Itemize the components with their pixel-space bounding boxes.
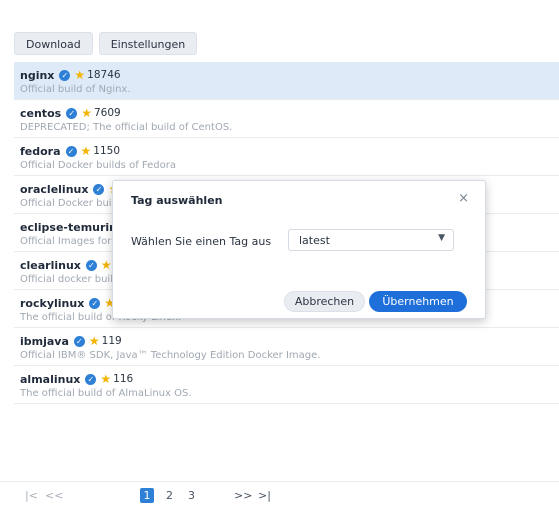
image-description: The official build of AlmaLinux OS. bbox=[20, 388, 192, 399]
star-count: 1150 bbox=[93, 145, 121, 157]
chevron-down-icon: ▼ bbox=[438, 233, 445, 243]
list-item[interactable]: nginx ✓ ★ 18746 Official build of Nginx. bbox=[14, 62, 559, 100]
prev-page-button[interactable]: << bbox=[45, 488, 63, 503]
star-count: 119 bbox=[101, 335, 122, 347]
image-name: almalinux bbox=[20, 372, 81, 386]
verified-check-icon: ✓ bbox=[89, 297, 101, 309]
image-name: ibmjava bbox=[20, 334, 69, 348]
page-2-button[interactable]: 2 bbox=[166, 488, 173, 503]
list-item[interactable]: centos ✓ ★ 7609 DEPRECATED; The official… bbox=[14, 100, 559, 138]
star-count: 18746 bbox=[87, 69, 121, 81]
star-count: 116 bbox=[113, 373, 134, 385]
cancel-button[interactable]: Abbrechen bbox=[284, 291, 365, 312]
tag-select-value: latest bbox=[299, 234, 330, 247]
apply-button[interactable]: Übernehmen bbox=[369, 291, 467, 312]
star-icon: ★ bbox=[88, 334, 100, 348]
verified-check-icon: ✓ bbox=[59, 69, 71, 81]
image-description: Official Docker builds of Fedora bbox=[20, 160, 176, 171]
image-name: fedora bbox=[20, 144, 61, 158]
verified-check-icon: ✓ bbox=[85, 373, 97, 385]
image-description: DEPRECATED; The official build of CentOS… bbox=[20, 122, 233, 133]
star-icon: ★ bbox=[81, 106, 92, 120]
image-name: centos bbox=[20, 106, 62, 120]
verified-check-icon: ✓ bbox=[66, 107, 78, 119]
image-name: oraclelinux bbox=[20, 182, 89, 196]
star-icon: ★ bbox=[80, 144, 92, 158]
tag-label: Wählen Sie einen Tag aus bbox=[131, 235, 272, 248]
close-icon[interactable]: × bbox=[458, 191, 469, 207]
pagination: |< << 1 2 3 >> >| bbox=[0, 481, 559, 508]
list-item[interactable]: fedora ✓ ★ 1150 Official Docker builds o… bbox=[14, 138, 559, 176]
dialog-title: Tag auswählen bbox=[131, 194, 223, 207]
image-name: rockylinux bbox=[20, 296, 85, 310]
last-page-button[interactable]: >| bbox=[258, 488, 271, 503]
image-name: nginx bbox=[20, 68, 55, 82]
page-1-button[interactable]: 1 bbox=[140, 488, 154, 503]
tag-select[interactable]: latest ▼ bbox=[288, 229, 454, 251]
star-icon: ★ bbox=[74, 68, 86, 82]
star-count: 7609 bbox=[93, 107, 121, 119]
verified-check-icon: ✓ bbox=[65, 145, 77, 157]
verified-check-icon: ✓ bbox=[85, 259, 97, 271]
star-icon: ★ bbox=[100, 258, 112, 272]
verified-check-icon: ✓ bbox=[93, 183, 105, 195]
tag-dialog: Tag auswählen × Wählen Sie einen Tag aus… bbox=[112, 180, 486, 319]
image-description: Official build of Nginx. bbox=[20, 84, 131, 95]
star-icon: ★ bbox=[100, 372, 112, 386]
image-name: eclipse-temurin bbox=[20, 220, 118, 234]
image-description: Official IBM® SDK, Java™ Technology Edit… bbox=[20, 350, 321, 361]
page-3-button[interactable]: 3 bbox=[188, 488, 195, 503]
next-page-button[interactable]: >> bbox=[234, 488, 252, 503]
list-item[interactable]: almalinux ✓ ★ 116 The official build of … bbox=[14, 366, 559, 404]
image-name: clearlinux bbox=[20, 258, 81, 272]
first-page-button[interactable]: |< bbox=[25, 488, 38, 503]
list-item[interactable]: ibmjava ✓ ★ 119 Official IBM® SDK, Java™… bbox=[14, 328, 559, 366]
verified-check-icon: ✓ bbox=[73, 335, 85, 347]
toolbar: Download Einstellungen bbox=[14, 32, 198, 55]
settings-button[interactable]: Einstellungen bbox=[98, 32, 198, 55]
download-button[interactable]: Download bbox=[14, 32, 93, 55]
